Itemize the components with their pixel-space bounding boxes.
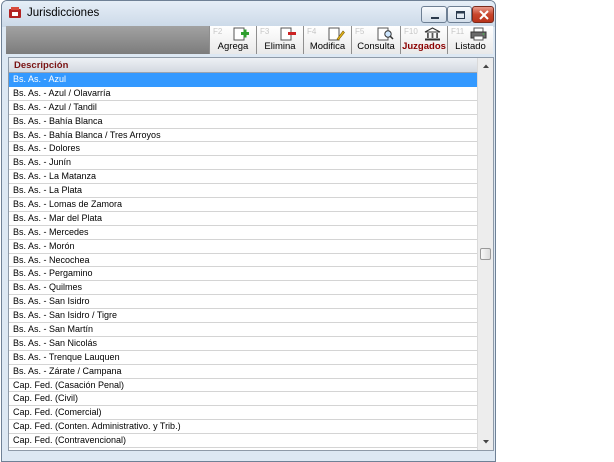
scroll-down-arrow-icon[interactable]: [479, 435, 493, 449]
listado-button[interactable]: F11 Listado: [447, 26, 493, 54]
row-descripcion-cell: Cap. Fed. (Contravencional): [13, 435, 127, 446]
delete-record-icon: [280, 27, 296, 41]
maximize-button[interactable]: [447, 6, 472, 23]
modifica-label: Modifica: [309, 41, 346, 52]
row-descripcion-cell: Bs. As. - Dolores: [13, 143, 81, 154]
edit-record-icon: [328, 27, 345, 41]
row-descripcion-cell: Cap. Fed. (Casación Penal): [13, 379, 125, 390]
table-row[interactable]: Bs. As. - Quilmes: [9, 281, 477, 296]
table-row[interactable]: Cap. Fed. (Comercial): [9, 406, 477, 421]
table-row[interactable]: Bs. As. - Azul / Olavarría: [9, 87, 477, 101]
table-row[interactable]: Bs. As. - La Matanza: [9, 170, 477, 185]
row-descripcion-cell: Bs. As. - Azul / Tandil: [13, 101, 97, 112]
row-descripcion-cell: Bs. As. - Bahía Blanca: [13, 115, 103, 126]
fkey-hint: F2: [213, 27, 223, 36]
row-descripcion-cell: Bs. As. - Azul: [13, 74, 67, 84]
row-descripcion-cell: Bs. As. - San Martín: [13, 324, 94, 335]
grid-rows: Bs. As. - Azul Bs. As. - Azul / Olavarría…: [9, 73, 477, 449]
courthouse-icon: [424, 27, 441, 41]
fkey-hint: F3: [260, 27, 270, 36]
elimina-button[interactable]: F3 Elimina: [256, 26, 303, 54]
fkey-hint: F4: [307, 27, 317, 36]
row-descripcion-cell: Cap. Fed. (Conten. Administrativo. y Tri…: [13, 421, 181, 432]
print-list-icon: [470, 27, 487, 41]
table-row[interactable]: Bs. As. - Junín: [9, 156, 477, 171]
table-row[interactable]: Bs. As. - Mar del Plata: [9, 212, 477, 226]
juzgados-button[interactable]: F10 Juzgados: [400, 26, 447, 54]
elimina-label: Elimina: [264, 41, 296, 52]
row-descripcion-cell: Bs. As. - Necochea: [13, 254, 90, 265]
maximize-icon: [456, 11, 465, 19]
row-descripcion-cell: Bs. As. - Mercedes: [13, 226, 89, 237]
row-descripcion-cell: Bs. As. - Trenque Lauquen: [13, 351, 120, 362]
column-header-descripcion[interactable]: Descripción: [9, 58, 477, 73]
column-header-label: Descripción: [14, 60, 69, 71]
row-descripcion-cell: Bs. As. - Mar del Plata: [13, 212, 103, 223]
vertical-scrollbar[interactable]: [477, 58, 493, 450]
table-row[interactable]: Bs. As. - Bahía Blanca: [9, 115, 477, 129]
table-row[interactable]: Bs. As. - Mercedes: [9, 226, 477, 240]
table-row[interactable]: Bs. As. - Azul / Tandil: [9, 101, 477, 115]
scrollbar-thumb[interactable]: [480, 248, 491, 260]
close-button[interactable]: [472, 6, 494, 23]
table-row[interactable]: Cap. Fed. (Conten. Administrativo. y Tri…: [9, 420, 477, 435]
table-row[interactable]: Cap. Fed. (Casación Penal): [9, 379, 477, 393]
row-descripcion-cell: Bs. As. - Lomas de Zamora: [13, 199, 123, 210]
table-row[interactable]: Bs. As. - San Isidro: [9, 295, 477, 310]
table-row[interactable]: Bs. As. - San Martín: [9, 323, 477, 337]
row-descripcion-cell: Bs. As. - Quilmes: [13, 282, 83, 293]
agrega-label: Agrega: [217, 41, 249, 52]
table-row[interactable]: Bs. As. - Necochea: [9, 254, 477, 268]
scroll-up-arrow-icon[interactable]: [479, 59, 493, 73]
consulta-button[interactable]: F5 Consulta: [351, 26, 400, 54]
consulta-label: Consulta: [357, 41, 395, 52]
fkey-hint: F5: [355, 27, 365, 36]
table-row[interactable]: Bs. As. - La Plata: [9, 184, 477, 199]
table-row[interactable]: Bs. As. - Morón: [9, 240, 477, 254]
status-bar: [2, 451, 495, 461]
row-descripcion-cell: Bs. As. - San Isidro: [13, 296, 90, 307]
table-row[interactable]: Bs. As. - San Nicolás: [9, 337, 477, 351]
modifica-button[interactable]: F4 Modifica: [303, 26, 351, 54]
table-row[interactable]: Bs. As. - Lomas de Zamora: [9, 198, 477, 212]
add-record-icon: [233, 27, 249, 41]
minimize-icon: [431, 17, 439, 19]
fkey-hint: F10: [404, 27, 418, 36]
row-descripcion-cell: Bs. As. - Pergamino: [13, 268, 93, 279]
table-row[interactable]: Bs. As. - San Isidro / Tigre: [9, 309, 477, 324]
row-descripcion-cell: Cap. Fed. (Civil): [13, 393, 79, 404]
listado-label: Listado: [455, 41, 486, 52]
minimize-button[interactable]: [421, 6, 447, 23]
table-row[interactable]: Bs. As. - Dolores: [9, 142, 477, 157]
row-descripcion-cell: Bs. As. - La Plata: [13, 185, 83, 196]
row-descripcion-cell: Bs. As. - La Matanza: [13, 171, 97, 182]
juzgados-label: Juzgados: [402, 41, 446, 52]
view-record-icon: [377, 27, 394, 41]
row-descripcion-cell: Bs. As. - Zárate / Campana: [13, 365, 122, 376]
app-icon: [9, 7, 21, 18]
row-descripcion-cell: Bs. As. - San Nicolás: [13, 337, 98, 348]
table-row[interactable]: Cap. Fed. (Civil): [9, 392, 477, 407]
toolbar: F2 Agrega F3 Elimina F4 Modifica F5 Cons…: [6, 26, 493, 54]
row-descripcion-cell: Cap. Fed. (Comercial): [13, 407, 102, 418]
jurisdicciones-grid[interactable]: Descripción Bs. As. - Azul Bs. As. - Azul…: [8, 57, 494, 451]
row-descripcion-cell: Bs. As. - Junín: [13, 157, 72, 168]
table-row[interactable]: Bs. As. - Bahía Blanca / Tres Arroyos: [9, 129, 477, 143]
fkey-hint: F11: [451, 27, 465, 36]
close-icon: [479, 10, 489, 20]
agrega-button[interactable]: F2 Agrega: [209, 26, 256, 54]
table-row[interactable]: Bs. As. - Azul: [9, 73, 477, 87]
row-descripcion-cell: Bs. As. - San Isidro / Tigre: [13, 310, 118, 321]
jurisdicciones-window: Jurisdicciones F2 Agrega F3 Elimina F4 M…: [1, 0, 496, 462]
window-title: Jurisdicciones: [27, 7, 100, 19]
row-descripcion-cell: Bs. As. - Morón: [13, 240, 75, 251]
table-row[interactable]: Cap. Fed. (Contravencional): [9, 434, 477, 449]
table-row[interactable]: Bs. As. - Zárate / Campana: [9, 365, 477, 379]
table-row[interactable]: Bs. As. - Pergamino: [9, 267, 477, 282]
table-row[interactable]: Bs. As. - Trenque Lauquen: [9, 351, 477, 365]
row-descripcion-cell: Bs. As. - Bahía Blanca / Tres Arroyos: [13, 129, 161, 140]
title-bar[interactable]: Jurisdicciones: [2, 1, 495, 27]
row-descripcion-cell: Bs. As. - Azul / Olavarría: [13, 87, 111, 98]
